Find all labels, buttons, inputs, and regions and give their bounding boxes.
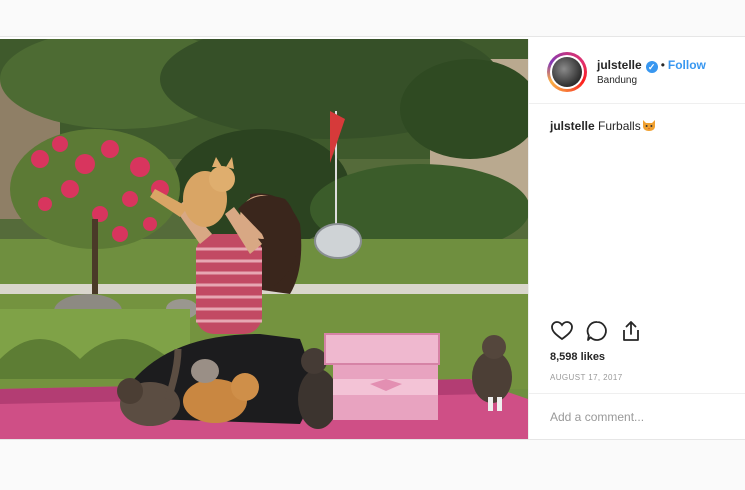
caption-text: Furballs	[598, 119, 641, 133]
comment-input[interactable]	[550, 409, 730, 425]
caption-username[interactable]: julstelle	[550, 119, 595, 133]
cat-face-emoji-icon	[642, 120, 655, 131]
follow-button[interactable]: Follow	[668, 58, 706, 72]
post-header: julstelle ✓ • Follow Bandung	[529, 39, 745, 104]
share-icon[interactable]	[619, 319, 643, 343]
comment-icon[interactable]	[585, 319, 609, 343]
username-link[interactable]: julstelle	[597, 58, 642, 72]
bottom-bar	[0, 439, 745, 490]
action-bar	[547, 319, 737, 345]
avatar[interactable]	[547, 52, 587, 92]
post-side-panel: julstelle ✓ • Follow Bandung julstelle Furb…	[528, 39, 745, 439]
separator-dot: •	[660, 58, 665, 72]
heart-icon[interactable]	[550, 319, 574, 343]
top-bar	[0, 0, 745, 37]
post-photo[interactable]	[0, 39, 528, 439]
post-caption: julstelle Furballs	[550, 119, 656, 133]
likes-count[interactable]: 8,598 likes	[550, 351, 605, 363]
comment-row	[529, 393, 745, 440]
verified-badge-icon: ✓	[645, 61, 658, 73]
location-link[interactable]: Bandung	[597, 75, 637, 86]
username-row: julstelle ✓ • Follow	[597, 58, 706, 73]
post-date[interactable]: AUGUST 17, 2017	[550, 373, 623, 382]
photo-scene	[0, 39, 528, 439]
